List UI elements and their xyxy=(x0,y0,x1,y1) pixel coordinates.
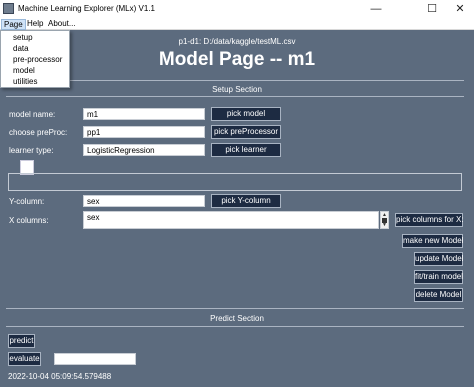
pick-y-column-button[interactable]: pick Y-column xyxy=(211,194,281,208)
learner-type-label: learner type: xyxy=(9,146,54,155)
preproc-input[interactable]: pp1 xyxy=(83,126,205,138)
menu-item-utilities[interactable]: utilities xyxy=(13,77,37,86)
pick-learner-button[interactable]: pick learner xyxy=(211,143,281,157)
evaluate-button[interactable]: evaluate xyxy=(8,352,41,366)
setup-section-title: Setup Section xyxy=(212,85,262,94)
status-timestamp: 2022-10-04 05:09:54.579488 xyxy=(8,372,112,381)
predict-button[interactable]: predict xyxy=(8,334,35,348)
separator xyxy=(6,96,464,97)
file-path: p1-d1: D:/data/kaggle/testML.csv xyxy=(178,37,296,46)
pick-model-button[interactable]: pick model xyxy=(211,107,281,121)
scroll-down-icon[interactable]: ▼ xyxy=(381,222,388,228)
y-column-label: Y-column: xyxy=(9,197,45,206)
x-columns-label: X columns: xyxy=(9,216,49,225)
window-title: Machine Learning Explorer (MLx) V1.1 xyxy=(18,4,155,13)
maximize-button[interactable]: ☐ xyxy=(418,0,446,18)
menu-item-data[interactable]: data xyxy=(13,44,29,53)
menu-item-model[interactable]: model xyxy=(13,66,35,75)
title-bar: Machine Learning Explorer (MLx) V1.1 — ☐… xyxy=(0,0,474,18)
learner-type-input[interactable]: LogisticRegression xyxy=(83,144,205,156)
evaluate-output xyxy=(54,353,136,365)
separator xyxy=(6,308,464,309)
x-columns-textarea[interactable]: sex xyxy=(83,211,379,229)
menu-page[interactable]: Page xyxy=(1,19,26,30)
pick-preprocessor-button[interactable]: pick preProcessor xyxy=(211,125,281,139)
model-name-input[interactable]: m1 xyxy=(83,108,205,120)
page-title: Model Page -- m1 xyxy=(158,49,316,70)
menu-help[interactable]: Help xyxy=(25,19,45,28)
close-button[interactable]: ✕ xyxy=(446,0,474,18)
menu-item-setup[interactable]: setup xyxy=(13,33,33,42)
x-columns-scrollbar[interactable]: ▲ ▼ xyxy=(380,211,389,229)
separator xyxy=(6,326,464,327)
preproc-label: choose preProc: xyxy=(9,128,68,137)
model-name-label: model name: xyxy=(9,110,56,119)
slider-track[interactable] xyxy=(8,173,462,191)
main-panel: p1-d1: D:/data/kaggle/testML.csv Model P… xyxy=(0,30,474,387)
menu-item-pre-processor[interactable]: pre-processor xyxy=(13,55,62,64)
update-model-button[interactable]: update Model xyxy=(414,252,463,266)
app-icon xyxy=(3,3,14,14)
delete-model-button[interactable]: delete Model xyxy=(414,288,463,302)
menu-bar: Page Help About... xyxy=(0,18,474,30)
separator xyxy=(6,80,464,81)
fit-train-model-button[interactable]: fit/train model xyxy=(414,270,463,284)
menu-about[interactable]: About... xyxy=(46,19,78,28)
make-new-model-button[interactable]: make new Model xyxy=(402,234,463,248)
y-column-input[interactable]: sex xyxy=(83,195,205,207)
minimize-button[interactable]: — xyxy=(362,0,390,18)
pick-x-columns-button[interactable]: pick columns for X: xyxy=(395,213,464,227)
predict-section-title: Predict Section xyxy=(210,314,264,323)
page-menu-dropdown: setup data pre-processor model utilities xyxy=(0,30,70,88)
